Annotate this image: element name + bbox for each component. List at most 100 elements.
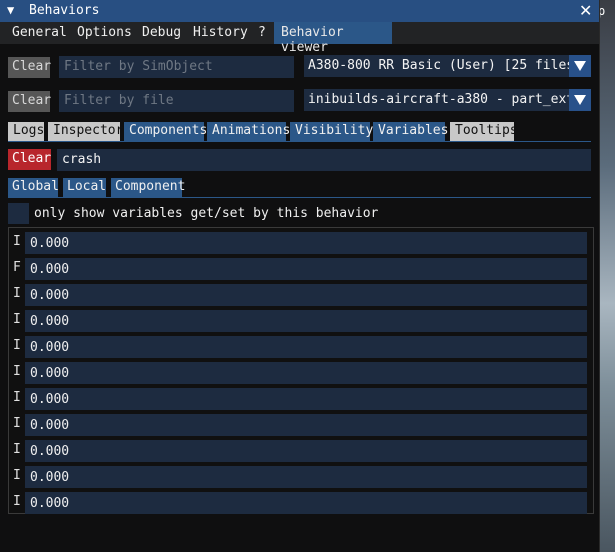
- variables-search-value: crash: [62, 152, 102, 167]
- variable-value: 0.000: [30, 496, 70, 511]
- subtab-local[interactable]: Local: [63, 178, 106, 197]
- variable-type: I: [13, 416, 21, 431]
- subtab-local-label: Local: [67, 179, 107, 194]
- variable-value-field[interactable]: 0.000: [25, 492, 587, 514]
- list-item: I 0.000: [9, 230, 593, 256]
- clear-file-label: Clear: [12, 93, 52, 108]
- variable-type: I: [13, 338, 21, 353]
- variable-type: I: [13, 286, 21, 301]
- subtab-component-label: Component: [115, 179, 186, 194]
- simobject-select[interactable]: A380-800 RR Basic (User) [25 files]: [304, 55, 591, 77]
- tab-variables-label: Variables: [378, 123, 449, 138]
- variable-value: 0.000: [30, 366, 70, 381]
- variable-type: I: [13, 234, 21, 249]
- variable-value: 0.000: [30, 392, 70, 407]
- tab-visibility[interactable]: Visibility: [290, 122, 374, 141]
- variable-value: 0.000: [30, 236, 70, 251]
- variable-type: I: [13, 364, 21, 379]
- window-title: Behaviors: [29, 3, 100, 18]
- variable-type: I: [13, 312, 21, 327]
- variable-value: 0.000: [30, 444, 70, 459]
- simobject-select-value: A380-800 RR Basic (User) [25 files]: [308, 58, 582, 73]
- variable-value: 0.000: [30, 340, 70, 355]
- variable-type: I: [13, 494, 21, 509]
- list-item: I 0.000: [9, 386, 593, 412]
- subtab-global-label: Global: [12, 179, 59, 194]
- file-filter-input[interactable]: Filter by file: [59, 90, 294, 112]
- chevron-down-icon[interactable]: [569, 89, 591, 111]
- variables-list[interactable]: I 0.000 F 0.000 I 0.000 I 0.000 I 0.000 …: [8, 227, 594, 514]
- tab-logs[interactable]: Logs: [8, 122, 44, 141]
- clear-file-button[interactable]: Clear: [8, 91, 52, 112]
- variable-value-field[interactable]: 0.000: [25, 388, 587, 410]
- menu-help[interactable]: ?: [258, 25, 266, 40]
- menu-behavior-viewer-label: Behavior viewer: [281, 25, 344, 55]
- tab-inspector[interactable]: Inspector: [48, 122, 124, 141]
- variable-type: I: [13, 390, 21, 405]
- file-select[interactable]: inibuilds-aircraft-a380 - part_exterior: [304, 89, 591, 111]
- variable-value-field[interactable]: 0.000: [25, 414, 587, 436]
- subtab-global[interactable]: Global: [8, 178, 59, 197]
- variable-value: 0.000: [30, 418, 70, 433]
- tab-components-label: Components: [129, 123, 208, 138]
- variable-value: 0.000: [30, 470, 70, 485]
- variables-search-input[interactable]: crash: [57, 149, 591, 171]
- list-item: I 0.000: [9, 438, 593, 464]
- close-icon[interactable]: ✕: [579, 1, 592, 20]
- variable-value-field[interactable]: 0.000: [25, 232, 587, 254]
- only-show-label: only show variables get/set by this beha…: [34, 206, 379, 221]
- variable-value: 0.000: [30, 262, 70, 277]
- clear-simobject-label: Clear: [12, 59, 52, 74]
- list-item: I 0.000: [9, 412, 593, 438]
- file-filter-placeholder: Filter by file: [64, 93, 174, 108]
- list-item: I 0.000: [9, 490, 593, 516]
- variable-value-field[interactable]: 0.000: [25, 258, 587, 280]
- menu-options[interactable]: Options: [77, 25, 132, 40]
- clear-simobject-button[interactable]: Clear: [8, 57, 52, 78]
- menu-history[interactable]: History: [193, 25, 248, 40]
- list-item: I 0.000: [9, 464, 593, 490]
- variable-value: 0.000: [30, 288, 70, 303]
- tab-tooltips[interactable]: Tooltips: [450, 122, 518, 141]
- tab-visibility-label: Visibility: [295, 123, 374, 138]
- title-bar[interactable]: ▼ Behaviors ✕: [0, 0, 599, 22]
- subtab-underline: [8, 197, 591, 198]
- tab-tooltips-label: Tooltips: [455, 123, 518, 138]
- variable-type: I: [13, 442, 21, 457]
- variable-type: F: [13, 260, 21, 275]
- list-item: I 0.000: [9, 308, 593, 334]
- only-show-checkbox[interactable]: [8, 203, 29, 224]
- menu-behavior-viewer[interactable]: Behavior viewer: [274, 22, 392, 55]
- file-select-value: inibuilds-aircraft-a380 - part_exterior: [308, 92, 591, 107]
- list-item: F 0.000: [9, 256, 593, 282]
- variable-value-field[interactable]: 0.000: [25, 362, 587, 384]
- menu-bar: General Options Debug History ? Behavior…: [0, 22, 599, 55]
- tab-inspector-label: Inspector: [53, 123, 124, 138]
- variable-value-field[interactable]: 0.000: [25, 466, 587, 488]
- list-item: I 0.000: [9, 282, 593, 308]
- chevron-down-icon[interactable]: [569, 55, 591, 77]
- variable-value-field[interactable]: 0.000: [25, 310, 587, 332]
- simobject-filter-input[interactable]: Filter by SimObject: [59, 56, 294, 78]
- variable-value-field[interactable]: 0.000: [25, 336, 587, 358]
- variable-value: 0.000: [30, 314, 70, 329]
- list-item: I 0.000: [9, 334, 593, 360]
- behaviors-window: ▼ Behaviors ✕ General Options Debug Hist…: [0, 0, 600, 552]
- clear-variables-label: Clear: [12, 151, 52, 166]
- menu-debug[interactable]: Debug: [142, 25, 181, 40]
- menu-general[interactable]: General: [12, 25, 67, 40]
- tab-logs-label: Logs: [13, 123, 45, 138]
- variable-value-field[interactable]: 0.000: [25, 284, 587, 306]
- subtab-component[interactable]: Component: [111, 178, 186, 197]
- simobject-filter-placeholder: Filter by SimObject: [64, 59, 213, 74]
- variable-value-field[interactable]: 0.000: [25, 440, 587, 462]
- list-item: I 0.000: [9, 360, 593, 386]
- tab-components[interactable]: Components: [124, 122, 208, 141]
- tab-underline: [8, 141, 591, 142]
- variable-type: I: [13, 468, 21, 483]
- collapse-triangle-icon[interactable]: ▼: [7, 3, 14, 17]
- tab-animations-label: Animations: [212, 123, 291, 138]
- tab-variables[interactable]: Variables: [373, 122, 449, 141]
- clear-variables-button[interactable]: Clear: [8, 149, 51, 170]
- tab-animations[interactable]: Animations: [207, 122, 290, 141]
